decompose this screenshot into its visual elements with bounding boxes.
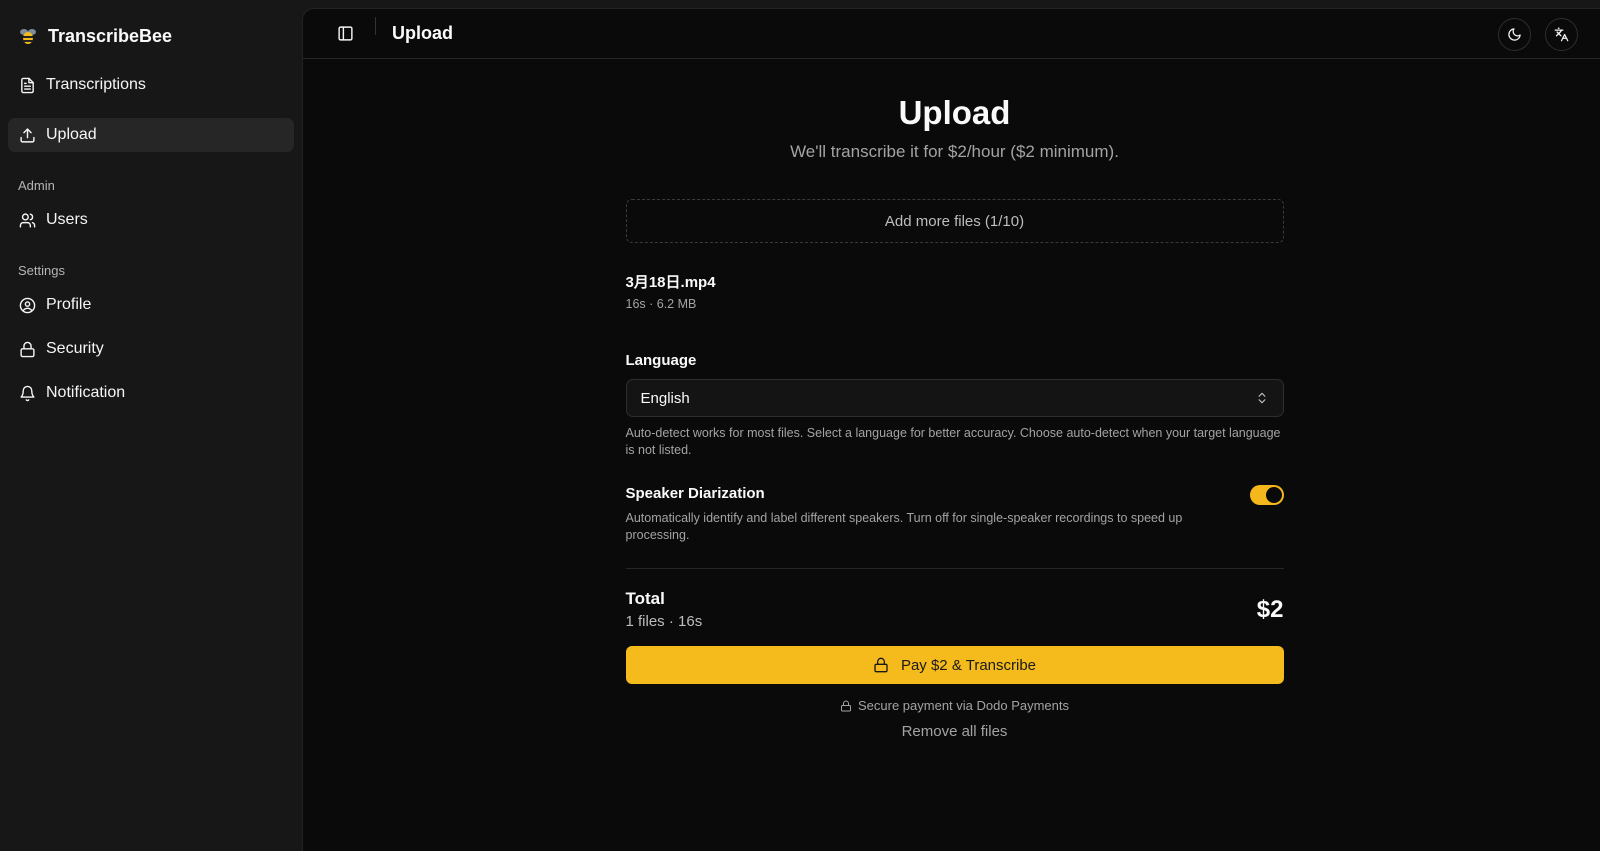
user-circle-icon [18,296,36,314]
lock-icon [18,340,36,358]
sidebar-toggle-button[interactable] [329,18,361,50]
secure-payment-text: Secure payment via Dodo Payments [858,698,1069,713]
sidebar-item-transcriptions[interactable]: Transcriptions [8,68,294,102]
sidebar-item-security[interactable]: Security [8,332,294,366]
users-icon [18,211,36,229]
header-divider [375,17,376,35]
bee-logo-icon [18,26,38,46]
pricing-subheading: We'll transcribe it for $2/hour ($2 mini… [790,142,1119,161]
diarization-label: Speaker Diarization [625,485,765,502]
total-summary: 1 files · 16s [625,613,703,630]
language-help-text: Auto-detect works for most files. Select… [625,426,1281,457]
remove-all-files-button[interactable]: Remove all files [626,723,1284,740]
language-label: Language [625,352,697,369]
header-actions [1498,18,1578,51]
sidebar-item-users[interactable]: Users [8,203,294,237]
pay-transcribe-button[interactable]: Pay $2 & Transcribe [625,646,1284,684]
sidebar-item-label: Users [46,211,88,228]
group-label-admin: Admin [18,178,55,193]
file-text-icon [18,76,36,94]
upload-icon [18,126,36,144]
sidebar: TranscribeBee Transcriptions Upload Admi… [0,0,302,851]
sidebar-item-label: Transcriptions [46,76,146,93]
lock-icon [841,700,851,711]
diarization-toggle[interactable] [1249,485,1284,505]
add-files-dropzone[interactable]: Add more files (1/10) [625,199,1284,243]
upload-heading: Upload [898,94,1011,131]
sidebar-item-label: Upload [46,126,97,143]
brand-name: TranscribeBee [48,25,173,46]
bell-icon [18,384,36,402]
file-meta: 16s · 6.2 MB [625,297,697,311]
sidebar-item-notification[interactable]: Notification [8,376,294,410]
upload-form: Upload We'll transcribe it for $2/hour (… [625,59,1284,740]
moon-icon [1508,28,1521,41]
diarization-row: Speaker Diarization Automatically identi… [626,485,1284,544]
language-select-value: English [640,389,690,407]
app-root: TranscribeBee Transcriptions Upload Admi… [0,0,1600,851]
file-name: 3月18日.mp4 [625,274,716,291]
divider [625,568,1284,569]
language-select[interactable]: English [625,379,1284,417]
language-switch-button[interactable] [1545,18,1578,51]
translate-icon [1554,27,1569,42]
sidebar-item-label: Profile [46,296,92,313]
total-row: Total 1 files · 16s $2 [626,589,1284,630]
sidebar-item-profile[interactable]: Profile [8,288,294,322]
lock-icon [874,657,888,673]
secure-payment-note: Secure payment via Dodo Payments [626,698,1284,713]
total-label: Total [625,589,665,608]
sidebar-item-label: Notification [46,384,126,401]
main-panel: Upload Upload We'll transcribe it for $2… [302,8,1600,851]
header: Upload [303,9,1600,59]
group-label-settings: Settings [18,263,65,278]
toggle-knob [1265,487,1282,503]
panel-left-icon [337,26,353,41]
pay-button-label: Pay $2 & Transcribe [900,656,1037,674]
file-item: 3月18日.mp4 16s · 6.2 MB [626,273,1284,311]
diarization-help-text: Automatically identify and label differe… [625,511,1183,542]
chevrons-up-down-icon [1258,392,1265,404]
sidebar-item-label: Security [46,340,104,357]
brand[interactable]: TranscribeBee [8,16,294,52]
page-title: Upload [392,23,453,43]
sidebar-item-upload[interactable]: Upload [8,118,294,152]
theme-toggle-button[interactable] [1498,18,1531,51]
total-amount: $2 [1256,595,1284,623]
